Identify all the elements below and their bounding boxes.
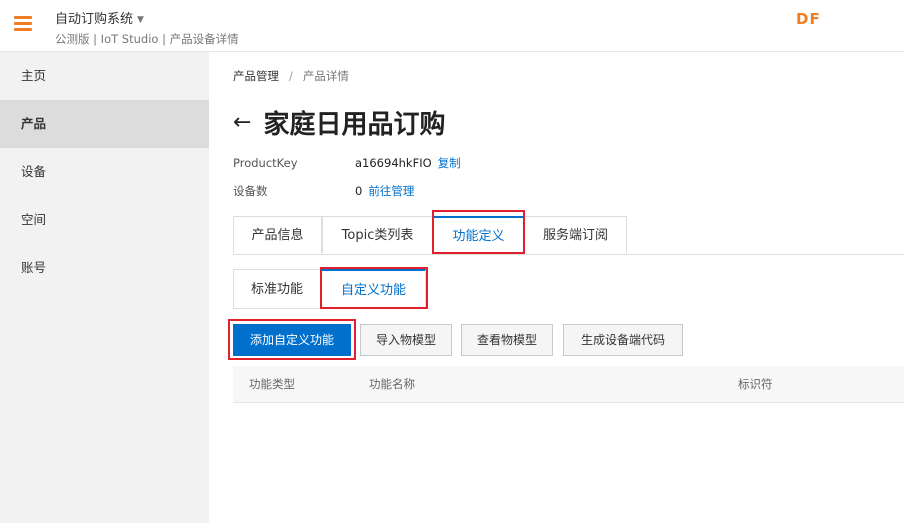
column-header-function-type: 功能类型 [249,377,295,391]
manage-link[interactable]: 前往管理 [368,184,414,198]
tab-topic-list[interactable]: Topic类列表 [322,216,433,253]
sidebar-item-devices[interactable]: 设备 [0,148,209,196]
caret-down-icon[interactable]: ▼ [137,15,144,25]
add-custom-function-button[interactable]: 添加自定义功能 [233,324,351,356]
app-title-text: 自动订购系统 [55,12,134,27]
sidebar-item-spaces[interactable]: 空间 [0,196,209,244]
tab-product-info[interactable]: 产品信息 [233,216,322,253]
app-subtitle: 公测版 | IoT Studio | 产品设备详情 [55,32,239,46]
generate-device-code-button[interactable]: 生成设备端代码 [563,324,683,356]
tab-bar: 产品信息 Topic类列表 功能定义 服务端订阅 [233,216,904,255]
tab-server-subscription[interactable]: 服务端订阅 [524,216,627,253]
main-content: 产品管理 / 产品详情 ← 家庭日用品订购 ProductKey a16694hkFI… [233,52,904,523]
page-title: 家庭日用品订购 [263,109,446,140]
view-model-button[interactable]: 查看物模型 [461,324,553,356]
device-count-label: 设备数 [233,184,268,198]
column-header-identifier: 标识符 [738,377,773,391]
import-model-button[interactable]: 导入物模型 [360,324,452,356]
device-count-value: 0 [355,184,363,198]
device-count-row: 设备数 0 前往管理 [233,183,414,199]
breadcrumb-separator: / [289,69,293,83]
subtab-standard-functions[interactable]: 标准功能 [233,269,321,309]
df-logo: DF [796,10,821,28]
top-bar: 自动订购系统 ▼ 公测版 | IoT Studio | 产品设备详情 DF [0,0,904,52]
app-title[interactable]: 自动订购系统 ▼ [55,8,144,27]
sidebar-item-accounts[interactable]: 账号 [0,244,209,292]
sidebar-item-home[interactable]: 主页 [0,52,209,100]
page-header: ← 家庭日用品订购 [233,104,445,140]
sidebar-item-products[interactable]: 产品 [0,100,209,148]
breadcrumb-root[interactable]: 产品管理 [233,69,279,83]
menu-icon[interactable] [14,16,32,32]
breadcrumb: 产品管理 / 产品详情 [233,68,349,84]
subtab-custom-functions[interactable]: 自定义功能 [321,269,426,309]
breadcrumb-current: 产品详情 [302,69,349,83]
sidebar: 主页 产品 设备 空间 账号 [0,52,209,523]
tab-function-definition[interactable]: 功能定义 [433,216,524,254]
table-header: 功能类型 功能名称 标识符 [233,366,904,403]
column-header-function-name: 功能名称 [369,377,415,391]
product-key-row: ProductKey a16694hkFIO 复制 [233,155,461,171]
product-key-label: ProductKey [233,156,298,170]
copy-link[interactable]: 复制 [438,156,461,170]
back-arrow-icon[interactable]: ← [233,110,251,135]
product-key-value: a16694hkFIO [355,156,432,170]
